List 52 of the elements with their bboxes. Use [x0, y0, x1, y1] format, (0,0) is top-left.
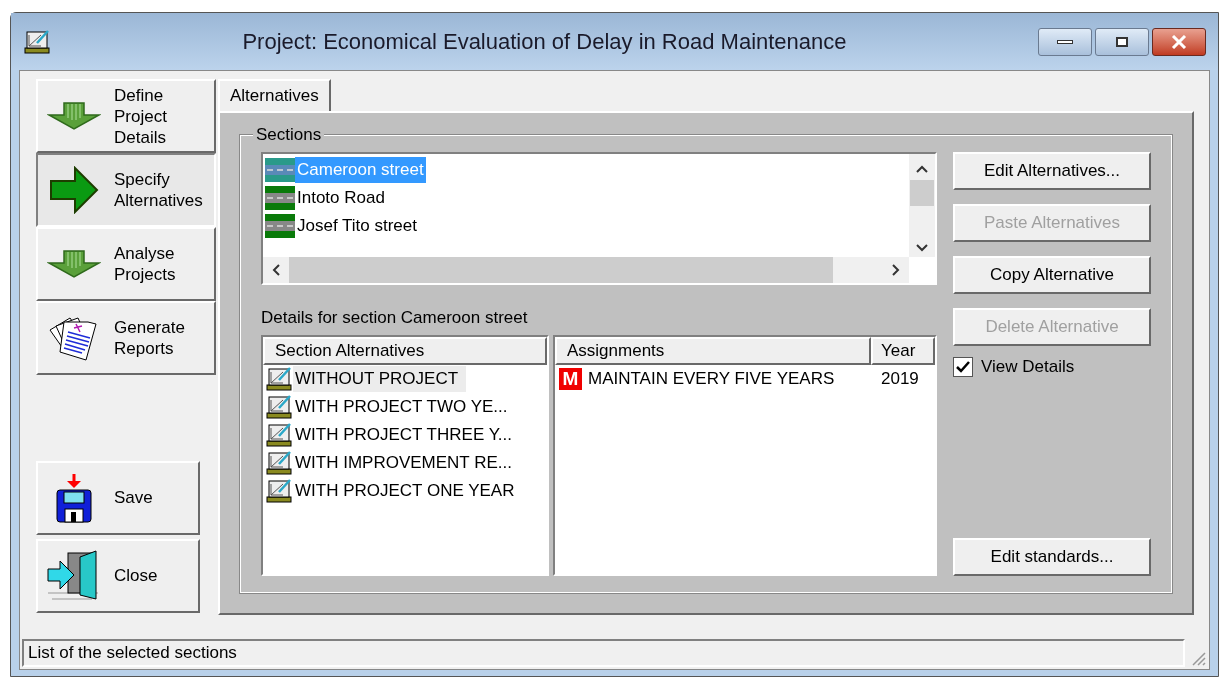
action-button[interactable]: Edit Alternatives... — [953, 152, 1151, 190]
table-cell-text: MAINTAIN EVERY FIVE YEARS — [587, 368, 836, 391]
maintenance-badge: M — [559, 368, 582, 390]
right-chevron-icon — [891, 263, 901, 277]
down-arrow-icon — [47, 249, 101, 279]
list-item[interactable]: Intoto Road — [295, 185, 387, 211]
close-icon — [1171, 34, 1187, 49]
scroll-thumb[interactable] — [910, 180, 934, 206]
list-item[interactable]: Josef Tito street — [295, 213, 419, 239]
list-item[interactable]: WITH IMPROVEMENT RE... — [293, 450, 520, 476]
edit-standards-button[interactable]: Edit standards... — [953, 538, 1151, 576]
navigation-button[interactable]: Analyse Projects — [36, 227, 216, 301]
close-window-button[interactable]: Close — [36, 539, 200, 613]
list-item[interactable]: WITHOUT PROJECT — [293, 366, 467, 392]
minimize-button[interactable] — [1038, 27, 1092, 56]
drafting-icon — [265, 394, 293, 420]
drafting-icon — [265, 478, 293, 504]
action-button[interactable]: Copy Alternative — [953, 256, 1151, 294]
right-arrow-icon — [49, 166, 99, 214]
scroll-thumb[interactable] — [289, 257, 833, 283]
window-title: Project: Economical Evaluation of Delay in Road Maintenance — [242, 29, 847, 54]
close-button[interactable] — [1152, 27, 1206, 56]
navigation-button[interactable]: Generate Reports — [36, 301, 216, 375]
drafting-icon — [265, 366, 293, 392]
down-arrow-icon — [47, 101, 101, 131]
checkbox-label: View Details — [981, 356, 1075, 378]
road-icon — [265, 214, 295, 238]
navigation-button[interactable]: Define Project Details — [36, 79, 216, 153]
column-header[interactable]: Assignments — [555, 337, 871, 365]
drafting-icon — [265, 450, 293, 476]
drafting-icon — [265, 422, 293, 448]
road-icon — [265, 186, 295, 210]
table-cell-text: 2019 — [880, 368, 920, 391]
down-chevron-icon — [915, 243, 929, 253]
list-item[interactable]: WITH PROJECT TWO YE... — [293, 394, 516, 420]
road-icon — [265, 158, 295, 182]
vertical-scrollbar[interactable] — [909, 154, 935, 257]
status-bar: List of the selected sections — [22, 639, 1185, 667]
tab[interactable]: Alternatives — [218, 79, 331, 111]
navigation-button[interactable]: Specify Alternatives — [36, 153, 216, 227]
horizontal-scrollbar[interactable] — [263, 257, 909, 283]
save-button[interactable]: Save — [36, 461, 200, 535]
floppy-disk-icon — [54, 472, 94, 524]
column-header[interactable]: Section Alternatives — [263, 337, 547, 365]
checkmark-icon — [956, 360, 970, 373]
checkbox[interactable] — [953, 356, 973, 377]
details-label: Details for section Cameroon street — [261, 307, 528, 329]
column-header[interactable]: Year — [871, 337, 935, 365]
list-item[interactable]: WITH PROJECT THREE Y... — [293, 422, 520, 448]
app-icon — [23, 28, 51, 55]
maximize-button[interactable] — [1095, 27, 1149, 56]
list-item[interactable]: WITH PROJECT ONE YEAR — [293, 478, 523, 504]
